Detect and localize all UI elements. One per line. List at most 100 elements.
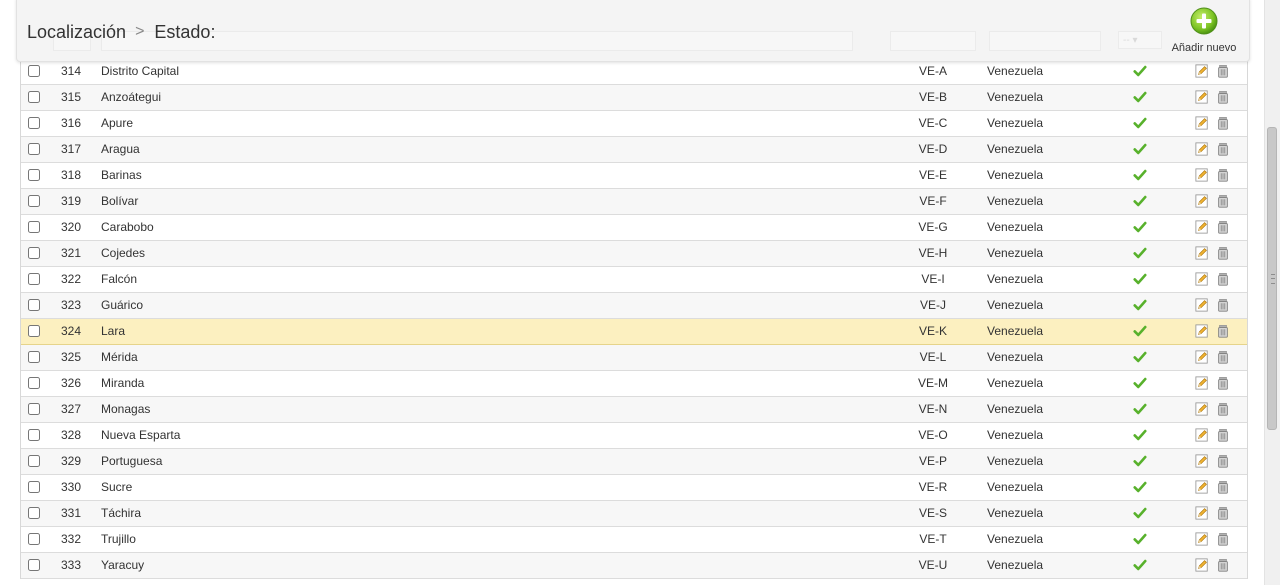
active-check-icon[interactable] <box>1133 267 1153 292</box>
row-checkbox[interactable] <box>28 559 40 571</box>
edit-pencil-icon[interactable] <box>1195 324 1209 338</box>
edit-pencil-icon[interactable] <box>1195 194 1209 208</box>
delete-trash-icon[interactable] <box>1216 246 1230 260</box>
edit-pencil-icon[interactable] <box>1195 532 1209 546</box>
active-check-icon[interactable] <box>1133 501 1153 526</box>
delete-trash-icon[interactable] <box>1216 506 1230 520</box>
row-checkbox[interactable] <box>28 221 40 233</box>
delete-trash-icon[interactable] <box>1216 350 1230 364</box>
delete-trash-icon[interactable] <box>1216 454 1230 468</box>
table-row[interactable]: 320 Carabobo VE-G Venezuela <box>21 215 1247 241</box>
active-check-icon[interactable] <box>1133 59 1153 84</box>
active-check-icon[interactable] <box>1133 111 1153 136</box>
row-checkbox[interactable] <box>28 117 40 129</box>
delete-trash-icon[interactable] <box>1216 558 1230 572</box>
row-checkbox[interactable] <box>28 195 40 207</box>
edit-pencil-icon[interactable] <box>1195 246 1209 260</box>
table-row[interactable]: 317 Aragua VE-D Venezuela <box>21 137 1247 163</box>
table-row[interactable]: 327 Monagas VE-N Venezuela <box>21 397 1247 423</box>
filter-active-select[interactable]: -- ▾ <box>1118 31 1162 49</box>
row-checkbox[interactable] <box>28 325 40 337</box>
delete-trash-icon[interactable] <box>1216 116 1230 130</box>
row-checkbox[interactable] <box>28 507 40 519</box>
active-check-icon[interactable] <box>1133 371 1153 396</box>
edit-pencil-icon[interactable] <box>1195 220 1209 234</box>
edit-pencil-icon[interactable] <box>1195 480 1209 494</box>
row-checkbox[interactable] <box>28 169 40 181</box>
row-checkbox[interactable] <box>28 65 40 77</box>
delete-trash-icon[interactable] <box>1216 480 1230 494</box>
delete-trash-icon[interactable] <box>1216 532 1230 546</box>
edit-pencil-icon[interactable] <box>1195 428 1209 442</box>
active-check-icon[interactable] <box>1133 397 1153 422</box>
table-row[interactable]: 314 Distrito Capital VE-A Venezuela <box>21 59 1247 85</box>
active-check-icon[interactable] <box>1133 163 1153 188</box>
vertical-scrollbar[interactable] <box>1264 0 1280 585</box>
row-checkbox[interactable] <box>28 403 40 415</box>
active-check-icon[interactable] <box>1133 553 1153 578</box>
row-checkbox[interactable] <box>28 299 40 311</box>
active-check-icon[interactable] <box>1133 189 1153 214</box>
table-row[interactable]: 321 Cojedes VE-H Venezuela <box>21 241 1247 267</box>
table-row-highlighted[interactable]: 324 Lara VE-K Venezuela <box>21 319 1247 345</box>
delete-trash-icon[interactable] <box>1216 168 1230 182</box>
row-checkbox[interactable] <box>28 429 40 441</box>
edit-pencil-icon[interactable] <box>1195 298 1209 312</box>
edit-pencil-icon[interactable] <box>1195 272 1209 286</box>
edit-pencil-icon[interactable] <box>1195 116 1209 130</box>
table-row[interactable]: 332 Trujillo VE-T Venezuela <box>21 527 1247 553</box>
table-row[interactable]: 316 Apure VE-C Venezuela <box>21 111 1247 137</box>
add-new-button[interactable]: Añadir nuevo <box>1169 7 1239 54</box>
row-checkbox[interactable] <box>28 247 40 259</box>
delete-trash-icon[interactable] <box>1216 324 1230 338</box>
active-check-icon[interactable] <box>1133 241 1153 266</box>
edit-pencil-icon[interactable] <box>1195 558 1209 572</box>
active-check-icon[interactable] <box>1133 215 1153 240</box>
delete-trash-icon[interactable] <box>1216 376 1230 390</box>
table-row[interactable]: 318 Barinas VE-E Venezuela <box>21 163 1247 189</box>
row-checkbox[interactable] <box>28 377 40 389</box>
edit-pencil-icon[interactable] <box>1195 64 1209 78</box>
delete-trash-icon[interactable] <box>1216 402 1230 416</box>
edit-pencil-icon[interactable] <box>1195 90 1209 104</box>
active-check-icon[interactable] <box>1133 293 1153 318</box>
delete-trash-icon[interactable] <box>1216 220 1230 234</box>
active-check-icon[interactable] <box>1133 319 1153 344</box>
breadcrumb-parent[interactable]: Localización <box>27 22 126 42</box>
edit-pencil-icon[interactable] <box>1195 506 1209 520</box>
edit-pencil-icon[interactable] <box>1195 168 1209 182</box>
active-check-icon[interactable] <box>1133 527 1153 552</box>
delete-trash-icon[interactable] <box>1216 64 1230 78</box>
active-check-icon[interactable] <box>1133 449 1153 474</box>
delete-trash-icon[interactable] <box>1216 272 1230 286</box>
delete-trash-icon[interactable] <box>1216 90 1230 104</box>
scrollbar-thumb[interactable] <box>1267 127 1277 430</box>
edit-pencil-icon[interactable] <box>1195 402 1209 416</box>
table-row[interactable]: 328 Nueva Esparta VE-O Venezuela <box>21 423 1247 449</box>
filter-zone-input[interactable] <box>989 31 1101 51</box>
table-row[interactable]: 329 Portuguesa VE-P Venezuela <box>21 449 1247 475</box>
active-check-icon[interactable] <box>1133 137 1153 162</box>
edit-pencil-icon[interactable] <box>1195 350 1209 364</box>
delete-trash-icon[interactable] <box>1216 142 1230 156</box>
row-checkbox[interactable] <box>28 533 40 545</box>
table-row[interactable]: 325 Mérida VE-L Venezuela <box>21 345 1247 371</box>
row-checkbox[interactable] <box>28 455 40 467</box>
row-checkbox[interactable] <box>28 351 40 363</box>
edit-pencil-icon[interactable] <box>1195 376 1209 390</box>
table-row[interactable]: 315 Anzoátegui VE-B Venezuela <box>21 85 1247 111</box>
table-row[interactable]: 323 Guárico VE-J Venezuela <box>21 293 1247 319</box>
active-check-icon[interactable] <box>1133 475 1153 500</box>
filter-iso-input[interactable] <box>890 31 976 51</box>
delete-trash-icon[interactable] <box>1216 194 1230 208</box>
active-check-icon[interactable] <box>1133 345 1153 370</box>
active-check-icon[interactable] <box>1133 85 1153 110</box>
table-row[interactable]: 330 Sucre VE-R Venezuela <box>21 475 1247 501</box>
row-checkbox[interactable] <box>28 273 40 285</box>
table-row[interactable]: 333 Yaracuy VE-U Venezuela <box>21 553 1247 579</box>
edit-pencil-icon[interactable] <box>1195 454 1209 468</box>
row-checkbox[interactable] <box>28 91 40 103</box>
row-checkbox[interactable] <box>28 481 40 493</box>
delete-trash-icon[interactable] <box>1216 428 1230 442</box>
table-row[interactable]: 319 Bolívar VE-F Venezuela <box>21 189 1247 215</box>
